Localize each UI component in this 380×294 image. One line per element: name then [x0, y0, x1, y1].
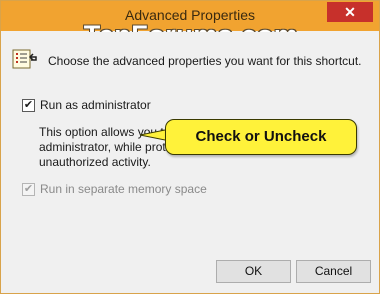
callout-annotation: Check or Uncheck	[165, 119, 357, 155]
separate-memory-label: Run in separate memory space	[40, 182, 207, 196]
intro-text: Choose the advanced properties you want …	[48, 54, 362, 68]
separate-memory-checkbox: ✔	[22, 183, 35, 196]
run-as-admin-label[interactable]: Run as administrator	[40, 98, 151, 112]
advanced-properties-dialog: Advanced Properties ✕ TenForums.com Choo…	[0, 0, 380, 294]
close-button[interactable]: ✕	[327, 2, 373, 22]
dialog-content: Choose the advanced properties you want …	[2, 32, 378, 293]
cancel-button[interactable]: Cancel	[296, 260, 371, 283]
run-as-admin-checkbox[interactable]: ✔	[22, 99, 35, 112]
shortcut-properties-icon	[12, 49, 37, 69]
ok-button[interactable]: OK	[216, 260, 291, 283]
callout-text: Check or Uncheck	[195, 128, 327, 145]
